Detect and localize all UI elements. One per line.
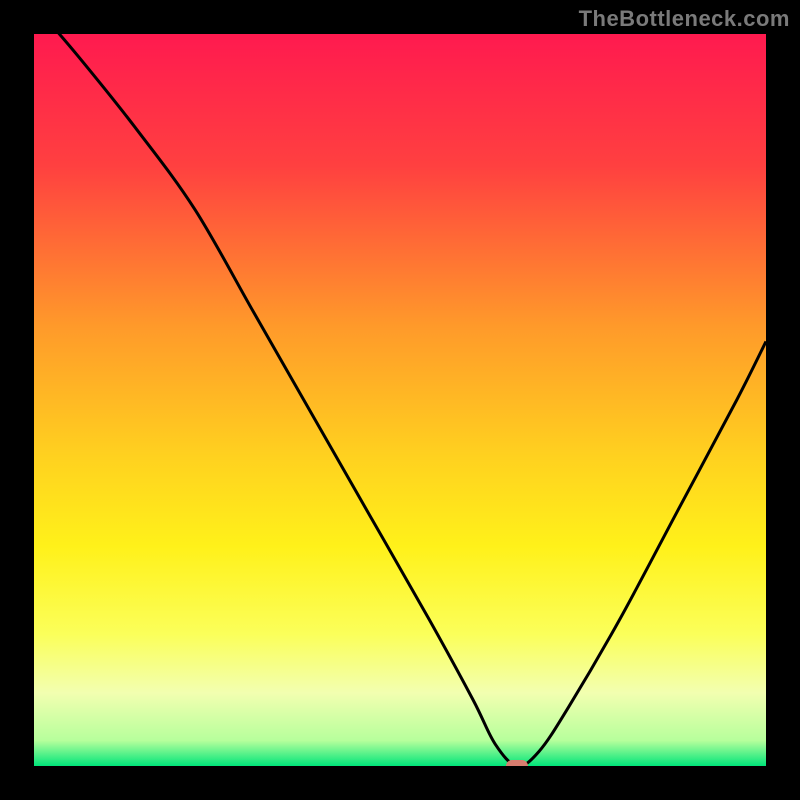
chart-frame: TheBottleneck.com xyxy=(0,0,800,800)
plot-area xyxy=(34,34,766,766)
optimum-marker xyxy=(506,760,528,766)
bottleneck-curve xyxy=(34,34,766,766)
watermark-text: TheBottleneck.com xyxy=(579,6,790,32)
